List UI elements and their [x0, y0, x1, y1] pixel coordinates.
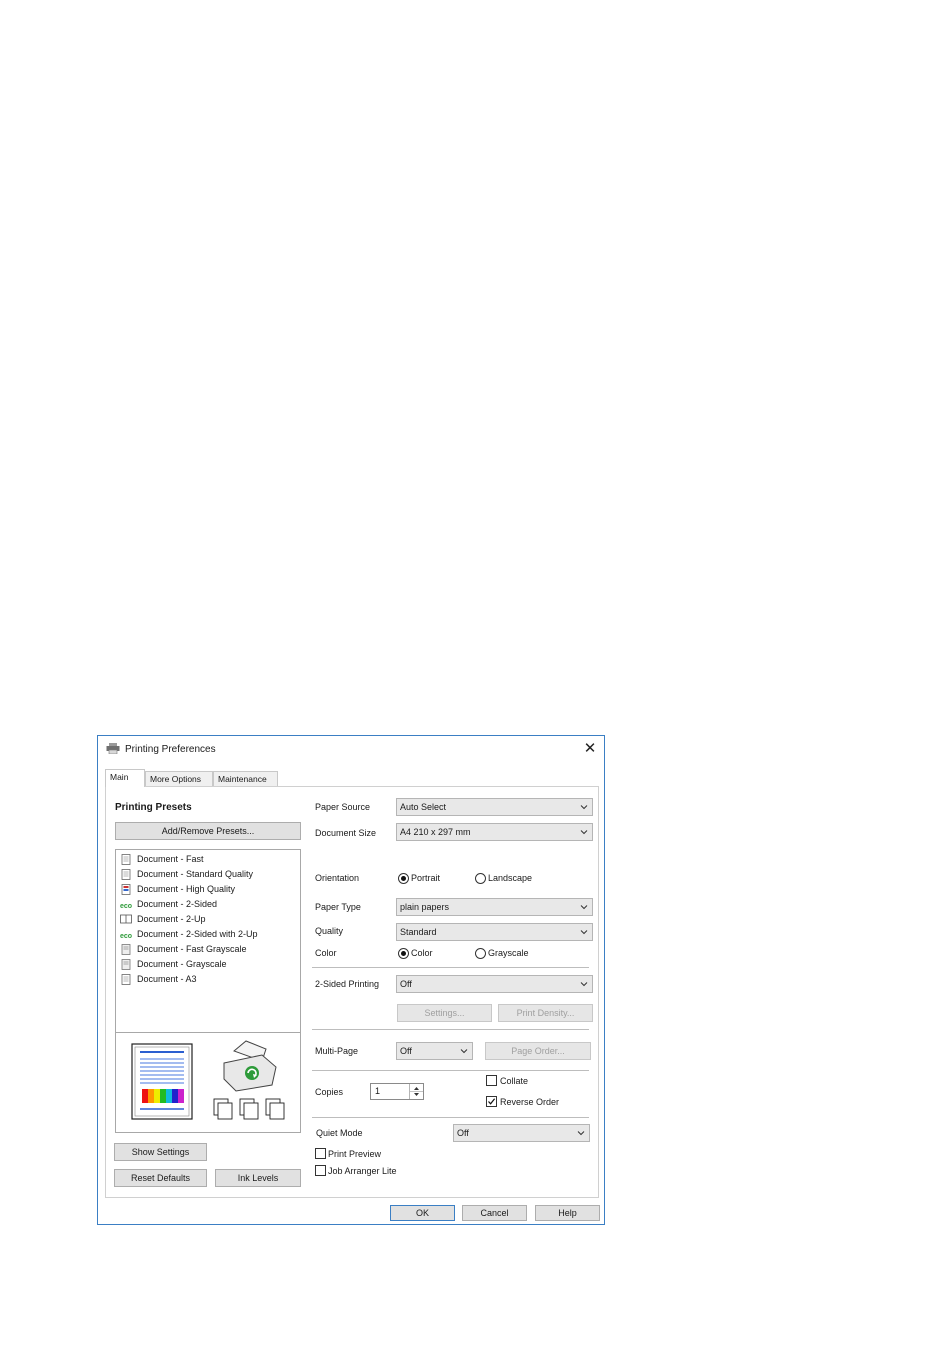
portrait-radio[interactable] [398, 873, 409, 884]
spin-arrows-icon [410, 1087, 423, 1096]
copies-label: Copies [315, 1087, 344, 1097]
list-item[interactable]: Document - Fast [120, 852, 204, 866]
list-item[interactable]: eco Document - 2-Sided with 2-Up [120, 927, 258, 941]
document-icon [121, 854, 131, 866]
collate-checkbox[interactable] [486, 1075, 497, 1086]
divider [312, 1070, 589, 1071]
tab-maintenance[interactable]: Maintenance [213, 771, 278, 786]
chevron-down-icon [580, 830, 588, 835]
preview-graphic [131, 1040, 285, 1120]
copies-icon [213, 1098, 285, 1120]
paper-type-label: Paper Type [315, 902, 361, 912]
chevron-down-icon [580, 982, 588, 987]
divider [312, 967, 589, 968]
print-density-button[interactable]: Print Density... [498, 1004, 593, 1022]
tab-main[interactable]: Main [105, 769, 145, 787]
two-sided-select[interactable]: Off [396, 975, 593, 993]
title-bar: Printing Preferences ✕ [98, 736, 604, 762]
chevron-down-icon [580, 805, 588, 810]
svg-text:eco: eco [120, 933, 132, 940]
ok-button[interactable]: OK [390, 1205, 455, 1221]
list-item[interactable]: Document - Fast Grayscale [120, 942, 247, 956]
document-gray-icon [121, 959, 131, 971]
print-preview-label: Print Preview [328, 1149, 382, 1159]
printer-icon [106, 743, 120, 754]
close-icon: ✕ [583, 740, 597, 757]
two-sided-label: 2-Sided Printing [315, 979, 380, 989]
grayscale-label: Grayscale [488, 948, 529, 958]
color-option-label: Color [411, 948, 433, 958]
page-preview-icon [131, 1043, 193, 1120]
orientation-label: Orientation [315, 873, 360, 883]
presets-list: Document - Fast Document - Standard Qual… [115, 849, 301, 1033]
list-item[interactable]: eco Document - 2-Sided [120, 897, 217, 911]
collate-label: Collate [500, 1076, 529, 1086]
divider [312, 1029, 589, 1030]
page-order-button[interactable]: Page Order... [485, 1042, 591, 1060]
multi-page-label: Multi-Page [315, 1046, 359, 1056]
list-item[interactable]: Document - A3 [120, 972, 197, 986]
landscape-radio[interactable] [475, 873, 486, 884]
paper-type-select[interactable]: plain papers [396, 898, 593, 916]
job-arranger-label: Job Arranger Lite [328, 1166, 397, 1176]
copies-spin-buttons[interactable] [409, 1084, 423, 1099]
reset-defaults-button[interactable]: Reset Defaults [114, 1169, 207, 1187]
quality-select[interactable]: Standard [396, 923, 593, 941]
ink-levels-button[interactable]: Ink Levels [215, 1169, 301, 1187]
quiet-mode-label: Quiet Mode [316, 1128, 363, 1138]
chevron-down-icon [577, 1131, 585, 1136]
main-panel: Printing Presets Add/Remove Presets... D… [105, 786, 599, 1198]
checkmark-icon [488, 1098, 496, 1105]
color-radio[interactable] [398, 948, 409, 959]
copies-stepper[interactable]: 1 [370, 1083, 424, 1100]
quality-label: Quality [315, 926, 344, 936]
list-item[interactable]: Document - High Quality [120, 882, 235, 896]
document-icon [121, 974, 131, 986]
chevron-down-icon [460, 1049, 468, 1054]
multi-page-select[interactable]: Off [396, 1042, 473, 1060]
paper-source-label: Paper Source [315, 802, 371, 812]
printing-preferences-window: Printing Preferences ✕ Main More Options… [97, 735, 605, 1225]
svg-text:eco: eco [120, 903, 132, 910]
add-remove-presets-button[interactable]: Add/Remove Presets... [115, 822, 301, 840]
quiet-mode-select[interactable]: Off [453, 1124, 590, 1142]
list-item[interactable]: Document - 2-Up [120, 912, 206, 926]
show-settings-button[interactable]: Show Settings [114, 1143, 207, 1161]
eco-icon: eco [120, 903, 132, 910]
reverse-order-checkbox[interactable] [486, 1096, 497, 1107]
help-button[interactable]: Help [535, 1205, 600, 1221]
eco-icon: eco [120, 933, 132, 940]
landscape-label: Landscape [488, 873, 533, 883]
chevron-down-icon [580, 930, 588, 935]
two-up-icon [120, 914, 132, 924]
list-item[interactable]: Document - Grayscale [120, 957, 227, 971]
divider [312, 1117, 589, 1118]
document-gray-icon [121, 944, 131, 956]
document-size-label: Document Size [315, 828, 377, 838]
grayscale-radio[interactable] [475, 948, 486, 959]
list-item[interactable]: Document - Standard Quality [120, 867, 253, 881]
document-icon [121, 869, 131, 881]
cancel-button[interactable]: Cancel [462, 1205, 527, 1221]
color-label: Color [315, 948, 337, 958]
presets-heading: Printing Presets [115, 802, 192, 813]
paper-source-select[interactable]: Auto Select [396, 798, 593, 816]
close-button[interactable]: ✕ [580, 739, 600, 759]
chevron-down-icon [580, 905, 588, 910]
reverse-order-label: Reverse Order [500, 1097, 560, 1107]
window-title: Printing Preferences [125, 744, 216, 755]
document-color-icon [121, 884, 131, 896]
print-preview-checkbox[interactable] [315, 1148, 326, 1159]
print-preview-area [115, 1032, 301, 1133]
two-sided-settings-button[interactable]: Settings... [397, 1004, 492, 1022]
printer-status-icon [223, 1040, 277, 1092]
document-size-select[interactable]: A4 210 x 297 mm [396, 823, 593, 841]
job-arranger-checkbox[interactable] [315, 1165, 326, 1176]
tab-more-options[interactable]: More Options [145, 771, 213, 786]
portrait-label: Portrait [411, 873, 441, 883]
